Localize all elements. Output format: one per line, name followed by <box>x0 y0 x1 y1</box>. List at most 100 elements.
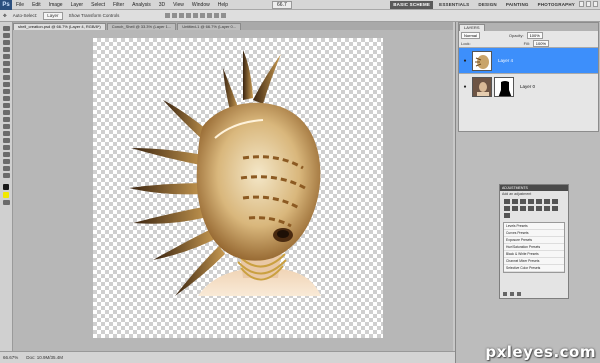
show-transform-controls-checkbox[interactable]: Show Transform Controls <box>69 13 120 18</box>
move-tool-icon[interactable] <box>2 26 10 31</box>
workspace-essentials[interactable]: ESSENTIALS <box>436 1 472 9</box>
layer-name[interactable]: Layer 0 <box>520 84 535 89</box>
layer-row-layer-4[interactable]: ● Layer 4 <box>459 47 598 73</box>
menu-layer[interactable]: Layer <box>67 0 88 10</box>
eyedropper-tool-icon[interactable] <box>2 61 10 66</box>
distribute-bottom-icon[interactable] <box>221 13 227 18</box>
preset-item[interactable]: Channel Mixer Presets <box>504 258 564 265</box>
menu-select[interactable]: Select <box>87 0 109 10</box>
distribute-center-icon[interactable] <box>214 13 220 18</box>
3d-orbit-tool-icon[interactable] <box>2 159 10 164</box>
zoom-tool-icon[interactable] <box>2 173 10 178</box>
gradient-tool-icon[interactable] <box>2 103 10 108</box>
workspace-design[interactable]: DESIGN <box>475 1 499 9</box>
preset-item[interactable]: Curves Presets <box>504 230 564 237</box>
clone-stamp-tool-icon[interactable] <box>2 82 10 87</box>
menu-image[interactable]: Image <box>45 0 67 10</box>
blur-tool-icon[interactable] <box>2 110 10 115</box>
photo-filter-icon[interactable] <box>512 206 518 211</box>
color-balance-icon[interactable] <box>552 199 558 204</box>
threshold-icon[interactable] <box>544 206 550 211</box>
layer-row-layer-0[interactable]: ● Layer 0 <box>459 73 598 99</box>
menu-file[interactable]: File <box>12 0 28 10</box>
workspace-basic-scheme[interactable]: BASIC SCHEME <box>390 1 434 9</box>
vibrance-icon[interactable] <box>536 199 542 204</box>
menu-analysis[interactable]: Analysis <box>128 0 155 10</box>
type-tool-icon[interactable] <box>2 131 10 136</box>
pen-tool-icon[interactable] <box>2 124 10 129</box>
gradient-map-icon[interactable] <box>552 206 558 211</box>
preset-item[interactable]: Exposure Presets <box>504 237 564 244</box>
opacity-input[interactable]: 100% <box>526 31 543 39</box>
path-select-tool-icon[interactable] <box>2 138 10 143</box>
quick-mask-icon[interactable] <box>2 200 10 205</box>
blend-mode-dropdown[interactable]: Normal <box>461 31 480 39</box>
hand-tool-icon[interactable] <box>2 166 10 171</box>
quick-select-tool-icon[interactable] <box>2 47 10 52</box>
canvas-area[interactable] <box>13 30 453 351</box>
eraser-tool-icon[interactable] <box>2 96 10 101</box>
3d-rotate-tool-icon[interactable] <box>2 152 10 157</box>
document-tab[interactable]: Conch_Shell @ 33.3% (Layer 1... <box>106 23 177 30</box>
lasso-tool-icon[interactable] <box>2 40 10 45</box>
healing-tool-icon[interactable] <box>2 68 10 73</box>
black-white-icon[interactable] <box>504 206 510 211</box>
trash-icon[interactable] <box>517 292 521 296</box>
crop-tool-icon[interactable] <box>2 54 10 59</box>
zoom-level[interactable]: 66.7 <box>272 0 292 9</box>
hue-saturation-icon[interactable] <box>544 199 550 204</box>
menu-help[interactable]: Help <box>214 0 232 10</box>
document-canvas[interactable] <box>93 38 383 338</box>
align-left-icon[interactable] <box>186 13 192 18</box>
distribute-top-icon[interactable] <box>207 13 213 18</box>
brush-tool-icon[interactable] <box>2 75 10 80</box>
align-right-icon[interactable] <box>200 13 206 18</box>
eye-icon[interactable]: ● <box>462 58 468 64</box>
fill-input[interactable]: 100% <box>532 39 550 47</box>
maximize-icon[interactable] <box>586 1 591 7</box>
eye-icon[interactable]: ● <box>462 84 468 90</box>
preset-item[interactable]: Hue/Saturation Presets <box>504 244 564 251</box>
align-hcenter-icon[interactable] <box>193 13 199 18</box>
move-tool-icon[interactable]: ✥ <box>3 13 7 19</box>
exposure-icon[interactable] <box>528 199 534 204</box>
clip-icon[interactable] <box>510 292 514 296</box>
curves-icon[interactable] <box>520 199 526 204</box>
align-bottom-icon[interactable] <box>179 13 185 18</box>
brightness-contrast-icon[interactable] <box>504 199 510 204</box>
preset-item[interactable]: Selective Color Presets <box>504 265 564 272</box>
photoshop-window: Ps File Edit Image Layer Select Filter A… <box>0 0 600 363</box>
history-brush-tool-icon[interactable] <box>2 89 10 94</box>
align-top-icon[interactable] <box>165 13 171 18</box>
menu-edit[interactable]: Edit <box>28 0 45 10</box>
document-tab-active[interactable]: shell_creation.psd @ 66.7% (Layer 4, RGB… <box>13 23 106 30</box>
marquee-tool-icon[interactable] <box>2 33 10 38</box>
workspace-photography[interactable]: PHOTOGRAPHY <box>535 1 578 9</box>
tab-layers[interactable]: LAYERS <box>459 24 485 31</box>
auto-select-dropdown[interactable]: Layer <box>43 11 63 20</box>
foreground-color-swatch[interactable] <box>3 184 9 190</box>
background-color-swatch[interactable] <box>3 192 9 198</box>
levels-icon[interactable] <box>512 199 518 204</box>
menu-window[interactable]: Window <box>188 0 214 10</box>
workspace-painting[interactable]: PAINTING <box>503 1 532 9</box>
status-zoom[interactable]: 66.67% <box>3 355 18 360</box>
menu-view[interactable]: View <box>169 0 188 10</box>
document-tab[interactable]: Untitled-1 @ 66.7% (Layer 0... <box>177 23 242 30</box>
layer-mask-thumbnail[interactable] <box>494 76 514 97</box>
minimize-icon[interactable] <box>579 1 584 7</box>
selective-color-icon[interactable] <box>504 213 510 218</box>
preset-item[interactable]: Black & White Presets <box>504 251 564 258</box>
shape-tool-icon[interactable] <box>2 145 10 150</box>
layer-name[interactable]: Layer 4 <box>498 58 513 63</box>
dodge-tool-icon[interactable] <box>2 117 10 122</box>
channel-mixer-icon[interactable] <box>520 206 526 211</box>
align-vcenter-icon[interactable] <box>172 13 178 18</box>
menu-filter[interactable]: Filter <box>109 0 128 10</box>
preset-item[interactable]: Levels Presets <box>504 223 564 230</box>
close-icon[interactable] <box>593 1 598 7</box>
invert-icon[interactable] <box>528 206 534 211</box>
menu-3d[interactable]: 3D <box>155 0 169 10</box>
return-icon[interactable] <box>503 292 507 296</box>
posterize-icon[interactable] <box>536 206 542 211</box>
